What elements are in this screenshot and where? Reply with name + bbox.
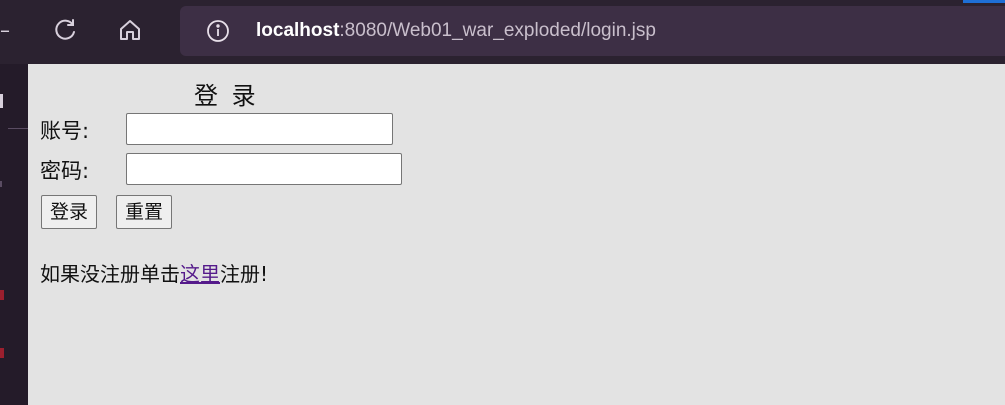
register-link[interactable]: 这里	[180, 262, 220, 286]
strip-item[interactable]	[0, 94, 3, 108]
username-input[interactable]	[126, 113, 393, 145]
browser-toolbar: – localhost:8080/Web01_war_exploded/logi…	[0, 0, 1005, 64]
register-note-prefix: 如果没注册单击	[40, 262, 180, 286]
password-label: 密码:	[40, 159, 90, 183]
home-icon[interactable]	[116, 16, 144, 44]
strip-item[interactable]	[0, 348, 4, 358]
address-bar[interactable]: localhost:8080/Web01_war_exploded/login.…	[180, 6, 1005, 56]
register-note: 如果没注册单击这里注册!	[40, 260, 268, 288]
password-row: 密码:	[40, 153, 440, 187]
info-icon[interactable]	[206, 19, 230, 43]
username-label: 账号:	[40, 119, 90, 143]
login-button[interactable]: 登录	[41, 195, 98, 229]
refresh-icon[interactable]	[52, 16, 80, 44]
strip-item[interactable]	[0, 290, 4, 300]
minimize-icon[interactable]: –	[0, 20, 10, 40]
url-text: localhost:8080/Web01_war_exploded/login.…	[256, 20, 656, 42]
strip-divider	[8, 128, 28, 129]
strip-item[interactable]	[0, 181, 2, 187]
register-note-suffix: 注册!	[220, 262, 269, 286]
url-host: localhost	[256, 20, 340, 41]
side-panel-strip	[0, 64, 28, 405]
reset-button[interactable]: 重置	[116, 195, 173, 229]
username-row: 账号:	[40, 113, 440, 147]
url-path: :8080/Web01_war_exploded/login.jsp	[339, 20, 656, 41]
password-input[interactable]	[126, 153, 402, 185]
window-accent	[963, 0, 1005, 3]
page-viewport: 登 录 账号: 密码: 登录 重置 如果没注册单击这里注册!	[28, 64, 1005, 405]
login-title: 登 录	[194, 82, 259, 110]
